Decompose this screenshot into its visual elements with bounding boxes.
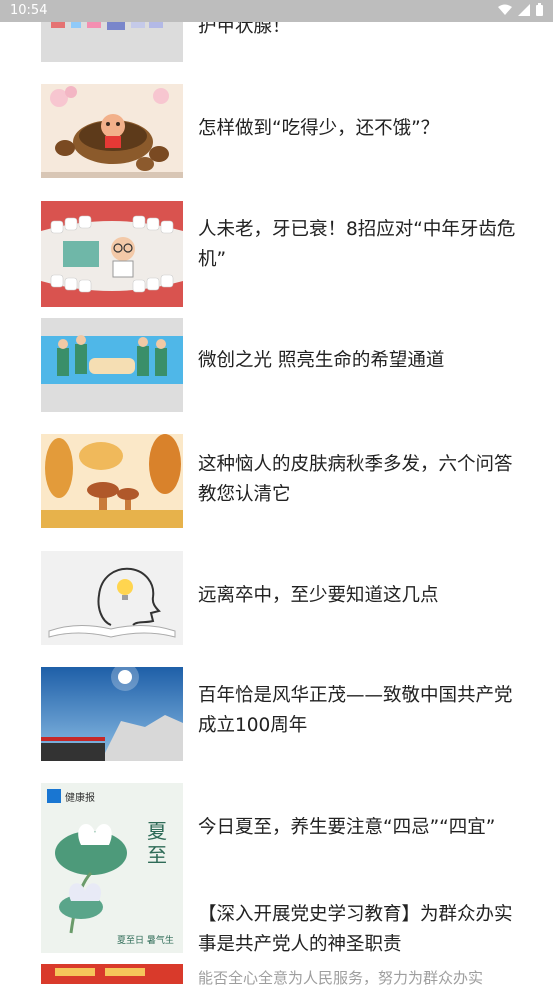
article-title: 【深入开展党史学习教育】为群众办实事是共产党人的神圣职责 <box>198 904 513 955</box>
article-item[interactable]: 这种恼人的皮肤病秋季多发，六个问答教您认清它 <box>0 434 553 528</box>
article-title: 怎样做到“吃得少，还不饿”？ <box>198 118 440 139</box>
article-summary: 能否全心全意为人民服务，努力为群众办实 <box>198 969 484 987</box>
cellular-signal-icon <box>518 3 530 16</box>
battery-icon <box>536 3 543 16</box>
article-title: 远离卒中，至少要知道这几点 <box>198 585 439 606</box>
article-thumbnail <box>41 84 183 178</box>
article-item[interactable]: 【深入开展党史学习教育】为群众办实事是共产党人的神圣职责 能否全心全意为人民服务… <box>0 900 553 987</box>
article-item[interactable]: 微创之光 照亮生命的希望通道 <box>0 318 553 412</box>
article-thumbnail <box>41 551 183 645</box>
article-item[interactable]: 远离卒中，至少要知道这几点 <box>0 551 553 645</box>
article-thumbnail <box>41 201 183 307</box>
article-thumbnail <box>41 964 183 984</box>
article-title: 这种恼人的皮肤病秋季多发，六个问答教您认清它 <box>198 454 513 505</box>
article-title: 微创之光 照亮生命的希望通道 <box>198 350 445 371</box>
article-title: 人未老，牙已衰！8招应对“中年牙齿危机” <box>198 219 516 270</box>
article-item[interactable]: 百年恰是风华正茂——致敬中国共产党成立100周年 <box>0 667 553 761</box>
wifi-icon <box>498 4 512 16</box>
article-thumbnail <box>41 434 183 528</box>
article-feed: 护甲状腺！ 怎样做到“吃得少，还不饿”？ 人未老，牙已衰！8招应对“中年牙齿危机… <box>0 0 553 987</box>
status-time: 10:54 <box>10 3 48 18</box>
article-thumbnail <box>41 667 183 761</box>
article-title: 今日夏至，养生要注意“四忌”“四宜” <box>198 817 496 838</box>
status-bar: 10:54 <box>0 0 553 22</box>
article-item[interactable]: 怎样做到“吃得少，还不饿”？ <box>0 84 553 178</box>
article-item[interactable]: 人未老，牙已衰！8招应对“中年牙齿危机” <box>0 201 553 307</box>
thumbnail-logo-text: 健康报 <box>65 793 95 804</box>
thumbnail-big-text: 夏至 <box>147 819 167 867</box>
article-thumbnail <box>41 318 183 412</box>
article-title: 百年恰是风华正茂——致敬中国共产党成立100周年 <box>198 685 513 736</box>
